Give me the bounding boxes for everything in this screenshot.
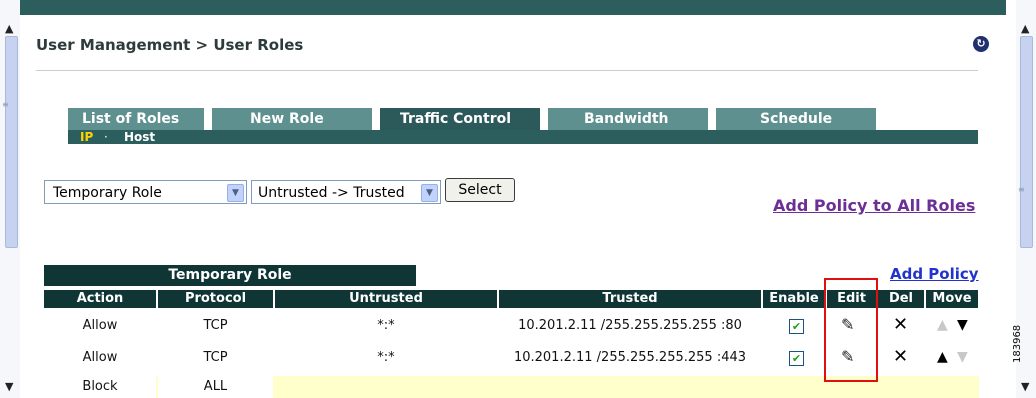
- subtab-separator: ·: [104, 130, 108, 144]
- direction-select[interactable]: Untrusted -> Trusted ▼: [251, 180, 441, 204]
- scrollbar-thumb[interactable]: [5, 36, 18, 248]
- col-header-action: Action: [44, 290, 156, 308]
- subtab-bar: [68, 130, 978, 144]
- delete-icon[interactable]: ✕: [893, 346, 908, 367]
- scroll-down-arrow-icon[interactable]: ▼: [1021, 380, 1029, 393]
- grip-icon: ≡: [2, 100, 9, 109]
- scrollbar-thumb[interactable]: [1020, 36, 1033, 248]
- move-up-icon: ▲: [937, 317, 948, 333]
- move-up-icon[interactable]: ▲: [937, 349, 948, 365]
- edit-column-highlight: [824, 278, 878, 382]
- select-button[interactable]: Select: [445, 178, 515, 202]
- left-scrollbar[interactable]: ▲ ≡ ▼: [0, 0, 20, 398]
- col-header-protocol: Protocol: [158, 290, 273, 308]
- cell-untrusted: *:*: [377, 318, 395, 333]
- tab-traffic-control[interactable]: Traffic Control: [380, 108, 540, 130]
- enable-checkbox[interactable]: ✔: [789, 319, 804, 334]
- tab-new-role[interactable]: New Role: [212, 108, 372, 130]
- enable-checkbox[interactable]: ✔: [789, 351, 804, 366]
- tab-bandwidth[interactable]: Bandwidth: [548, 108, 708, 130]
- cell-protocol: TCP: [203, 318, 228, 333]
- tab-schedule[interactable]: Schedule: [716, 108, 876, 130]
- cell-action: Allow: [82, 318, 118, 333]
- scroll-up-arrow-icon[interactable]: ▲: [1021, 22, 1029, 35]
- refresh-icon[interactable]: ↻: [973, 36, 989, 52]
- role-select-value: Temporary Role: [53, 185, 162, 201]
- top-header-bar: [20, 0, 1006, 15]
- breadcrumb: User Management > User Roles: [36, 36, 304, 54]
- move-down-icon[interactable]: ▼: [957, 317, 968, 333]
- divider: [36, 70, 978, 71]
- cell-action: Allow: [82, 350, 118, 365]
- scroll-up-arrow-icon[interactable]: ▲: [5, 22, 13, 35]
- subtab-host[interactable]: Host: [124, 130, 155, 144]
- grip-icon: ≡: [1018, 185, 1025, 194]
- add-policy-to-all-roles-link[interactable]: Add Policy to All Roles: [773, 196, 975, 215]
- cell-trusted: 10.201.2.11 /255.255.255.255 :443: [513, 350, 747, 365]
- subtab-ip[interactable]: IP: [80, 130, 93, 144]
- cell-untrusted: *:*: [377, 350, 395, 365]
- move-down-icon: ▼: [957, 349, 968, 365]
- col-header-enable: Enable: [763, 290, 825, 308]
- role-select[interactable]: Temporary Role ▼: [44, 180, 247, 204]
- chevron-down-icon[interactable]: ▼: [227, 184, 244, 202]
- add-policy-link[interactable]: Add Policy: [890, 265, 979, 283]
- col-header-trusted: Trusted: [499, 290, 761, 308]
- cell-protocol: ALL: [158, 376, 273, 398]
- col-header-del: Del: [878, 290, 924, 308]
- delete-icon[interactable]: ✕: [893, 314, 908, 335]
- direction-select-value: Untrusted -> Trusted: [258, 185, 405, 201]
- cell-protocol: TCP: [203, 350, 228, 365]
- chevron-down-icon[interactable]: ▼: [421, 184, 438, 202]
- scroll-down-arrow-icon[interactable]: ▼: [5, 380, 13, 393]
- figure-number: 183968: [1012, 324, 1023, 363]
- cell-trusted: 10.201.2.11 /255.255.255.255 :80: [518, 318, 742, 333]
- tab-list-of-roles[interactable]: List of Roles: [68, 108, 204, 130]
- role-table-title: Temporary Role: [44, 265, 416, 286]
- col-header-move: Move: [926, 290, 978, 308]
- col-header-untrusted: Untrusted: [275, 290, 497, 308]
- cell-action: Block: [44, 376, 156, 398]
